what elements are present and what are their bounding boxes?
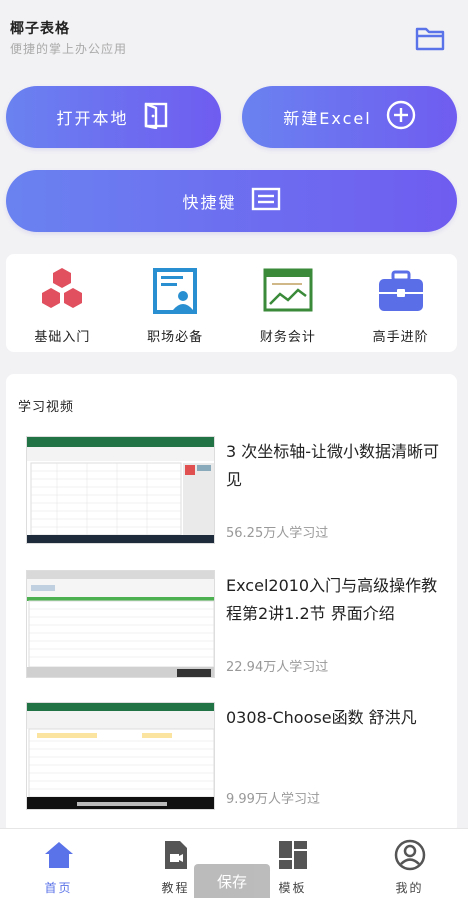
video-icon [164, 841, 187, 869]
door-icon [143, 101, 171, 133]
tab-label: 模板 [278, 881, 307, 895]
video-title: Excel2010入门与高级操作教程第2讲1.2节 界面介绍 [226, 576, 438, 623]
tab-home[interactable]: 首页 [0, 829, 117, 898]
video-item[interactable]: 0308-Choose函数 舒洪凡 9.99万人学习过 [26, 702, 456, 814]
category-label: 高手进阶 [372, 330, 429, 345]
open-local-label: 打开本地 [56, 109, 129, 128]
app-title: 椰子表格 [10, 21, 70, 37]
category-advanced[interactable]: 高手进阶 [344, 254, 457, 352]
video-thumbnail[interactable] [26, 436, 215, 544]
tab-mine[interactable]: 我的 [351, 829, 468, 898]
category-basics[interactable]: 基础入门 [6, 254, 119, 352]
user-circle-icon [394, 839, 425, 871]
plus-circle-icon [386, 100, 416, 134]
new-excel-button[interactable]: 新建Excel [242, 86, 457, 148]
open-local-button[interactable]: 打开本地 [6, 86, 221, 148]
quick-keys-button[interactable]: 快捷键 [6, 170, 457, 232]
video-title: 3 次坐标轴-让微小数据清晰可见 [226, 442, 440, 489]
category-workplace[interactable]: 职场必备 [119, 254, 232, 352]
tab-label: 首页 [44, 881, 73, 895]
category-label: 财务会计 [259, 330, 316, 345]
toolbox-icon [378, 270, 423, 311]
chart-frame-icon [263, 268, 313, 312]
category-card: 基础入门 职场必备 财务会计 高手进阶 [6, 254, 457, 352]
video-section: 学习视频 3 次坐标轴-让微小数据清晰可见 56.25万人学习过 Excel20… [6, 374, 457, 834]
keyboard-icon [251, 186, 281, 216]
hexagon-cluster-icon [42, 268, 83, 308]
video-views: 9.99万人学习过 [226, 792, 320, 807]
new-excel-label: 新建Excel [283, 109, 372, 128]
category-finance[interactable]: 财务会计 [232, 254, 345, 352]
app-header: 椰子表格 便捷的掌上办公应用 [0, 0, 468, 78]
video-views: 56.25万人学习过 [226, 526, 329, 541]
category-label: 职场必备 [147, 330, 204, 345]
section-title: 学习视频 [18, 400, 75, 415]
app-subtitle: 便捷的掌上办公应用 [10, 42, 128, 56]
quick-keys-label: 快捷键 [182, 193, 237, 212]
video-thumbnail[interactable] [26, 570, 215, 678]
video-title: 0308-Choose函数 舒洪凡 [226, 708, 417, 727]
home-icon [44, 842, 73, 868]
video-views: 22.94万人学习过 [226, 660, 329, 675]
tab-label: 我的 [395, 881, 424, 895]
id-card-icon [153, 268, 198, 314]
tab-label: 教程 [161, 881, 190, 895]
video-item[interactable]: Excel2010入门与高级操作教程第2讲1.2节 界面介绍 22.94万人学习… [26, 570, 456, 682]
video-item[interactable]: 3 次坐标轴-让微小数据清晰可见 56.25万人学习过 [26, 436, 456, 548]
category-label: 基础入门 [34, 330, 91, 345]
template-grid-icon [278, 841, 307, 869]
save-button[interactable]: 保存 [194, 864, 270, 898]
folder-icon[interactable] [414, 24, 446, 52]
video-thumbnail[interactable] [26, 702, 215, 810]
